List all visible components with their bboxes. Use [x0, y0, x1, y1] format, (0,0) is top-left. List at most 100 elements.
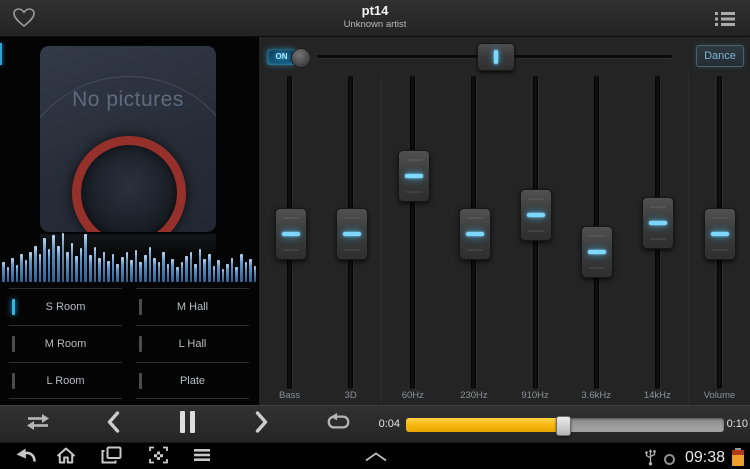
active-indicator [12, 336, 15, 352]
spectrum-bar [162, 252, 165, 282]
room-preset-m-hall[interactable]: M Hall [136, 288, 249, 325]
spectrum-bar [116, 264, 119, 282]
spectrum-bar [34, 246, 37, 282]
eq-band-14khz: 14kHz [627, 73, 688, 405]
spectrum-bar [226, 264, 229, 282]
eq-band-bass: Bass [259, 73, 320, 405]
shuffle-icon [25, 413, 51, 436]
shuffle-button[interactable] [10, 406, 66, 442]
room-preset-s-room[interactable]: S Room [9, 288, 122, 325]
eq-slider-handle[interactable] [704, 208, 736, 260]
main-area: No pictures S Room M Hall M Room L Hall L Ro… [0, 37, 750, 405]
eq-band-60hz: 60Hz [381, 73, 443, 405]
spectrum-bar [29, 252, 32, 282]
spectrum-bar [144, 255, 147, 282]
toggle-knob[interactable] [291, 48, 311, 68]
spectrum-bar [240, 254, 243, 282]
spectrum-bar [149, 247, 152, 282]
active-indicator [139, 299, 142, 315]
room-preset-l-hall[interactable]: L Hall [136, 325, 249, 362]
pause-icon [179, 410, 196, 439]
spectrum-bar [20, 254, 23, 282]
active-indicator [139, 373, 142, 389]
nav-menu-button[interactable] [187, 443, 217, 469]
spectrum-bar [39, 254, 42, 282]
spectrum-bar [7, 267, 10, 282]
room-preset-label: M Hall [177, 301, 208, 313]
slider-glow-bar [466, 232, 484, 236]
track-info: pt14 Unknown artist [0, 3, 750, 31]
spectrum-bar [80, 248, 83, 282]
preset-button[interactable]: Dance [696, 45, 744, 67]
status-clock: 09:38 [685, 443, 725, 469]
slider-glow-bar [527, 213, 545, 217]
room-preset-label: L Room [46, 375, 84, 387]
previous-button[interactable] [85, 406, 141, 442]
eq-slider-handle[interactable] [642, 197, 674, 249]
spectrum-bar [71, 243, 74, 282]
system-navigation-bar: 09:38 [0, 442, 750, 469]
seek-bar-thumb[interactable] [556, 416, 571, 436]
nav-back-button[interactable] [10, 443, 40, 469]
equalizer-on-toggle[interactable]: ON [267, 48, 311, 66]
eq-slider-handle[interactable] [275, 208, 307, 260]
total-time: 0:10 [727, 406, 748, 442]
room-preset-m-room[interactable]: M Room [9, 325, 122, 362]
room-preset-l-room[interactable]: L Room [9, 362, 122, 399]
repeat-button[interactable] [310, 406, 366, 442]
seek-bar[interactable] [406, 418, 724, 432]
spectrum-bar [52, 235, 55, 282]
spectrum-bar [249, 259, 252, 282]
track-title: pt14 [0, 3, 750, 19]
music-player-app: pt14 Unknown artist No pictures S RoomM … [0, 0, 750, 469]
spectrum-bar [126, 252, 129, 282]
next-icon [253, 410, 271, 439]
chevron-up-icon [364, 449, 388, 467]
eq-slider-handle[interactable] [459, 208, 491, 260]
room-preset-label: Plate [180, 375, 205, 387]
nav-screenshot-button[interactable] [143, 443, 173, 469]
back-icon [15, 447, 36, 468]
eq-slider-handle[interactable] [520, 189, 552, 241]
spectrum-bar [213, 266, 216, 282]
usb-status-icon [640, 443, 660, 469]
spectrum-bar [107, 261, 110, 282]
spectrum-bar [199, 249, 202, 282]
nav-caret-button[interactable] [362, 443, 390, 469]
left-edge-indicator [0, 43, 2, 65]
spectrum-bar [245, 262, 248, 282]
spectrum-bar [203, 259, 206, 282]
spectrum-bar [235, 267, 238, 282]
slider-glow-bar [494, 50, 498, 64]
active-indicator [139, 336, 142, 352]
active-indicator [12, 373, 15, 389]
pause-button[interactable] [159, 406, 215, 442]
eq-slider-handle[interactable] [398, 150, 430, 202]
reverb-preset-grid: S Room M Hall M Room L Hall L Room Plate [0, 283, 258, 405]
eq-band-label: 3.6kHz [566, 390, 627, 401]
next-button[interactable] [234, 406, 290, 442]
spectrum-bar [185, 256, 188, 282]
spectrum-bar [217, 260, 220, 282]
status-circle-icon [664, 454, 675, 465]
album-art-placeholder: No pictures [40, 46, 216, 232]
spectrum-bar [112, 254, 115, 282]
nav-home-button[interactable] [51, 443, 81, 469]
spectrum-bar [171, 259, 174, 282]
elapsed-time: 0:04 [366, 406, 400, 442]
room-preset-plate[interactable]: Plate [136, 362, 249, 399]
eq-slider-handle[interactable] [336, 208, 368, 260]
playlist-button[interactable] [714, 8, 738, 30]
spectrum-bar [57, 246, 60, 282]
playlist-icon [714, 16, 737, 33]
spectrum-bar [130, 260, 133, 282]
slider-glow-bar [282, 232, 300, 236]
balance-slider-track[interactable] [317, 43, 672, 69]
balance-slider-handle[interactable] [477, 43, 515, 71]
eq-slider-track[interactable] [410, 76, 415, 389]
eq-slider-handle[interactable] [581, 226, 613, 278]
spectrum-bar [153, 258, 156, 282]
nav-recents-button[interactable] [96, 443, 126, 469]
spectrum-bar [176, 267, 179, 282]
slider-glow-bar [405, 174, 423, 178]
